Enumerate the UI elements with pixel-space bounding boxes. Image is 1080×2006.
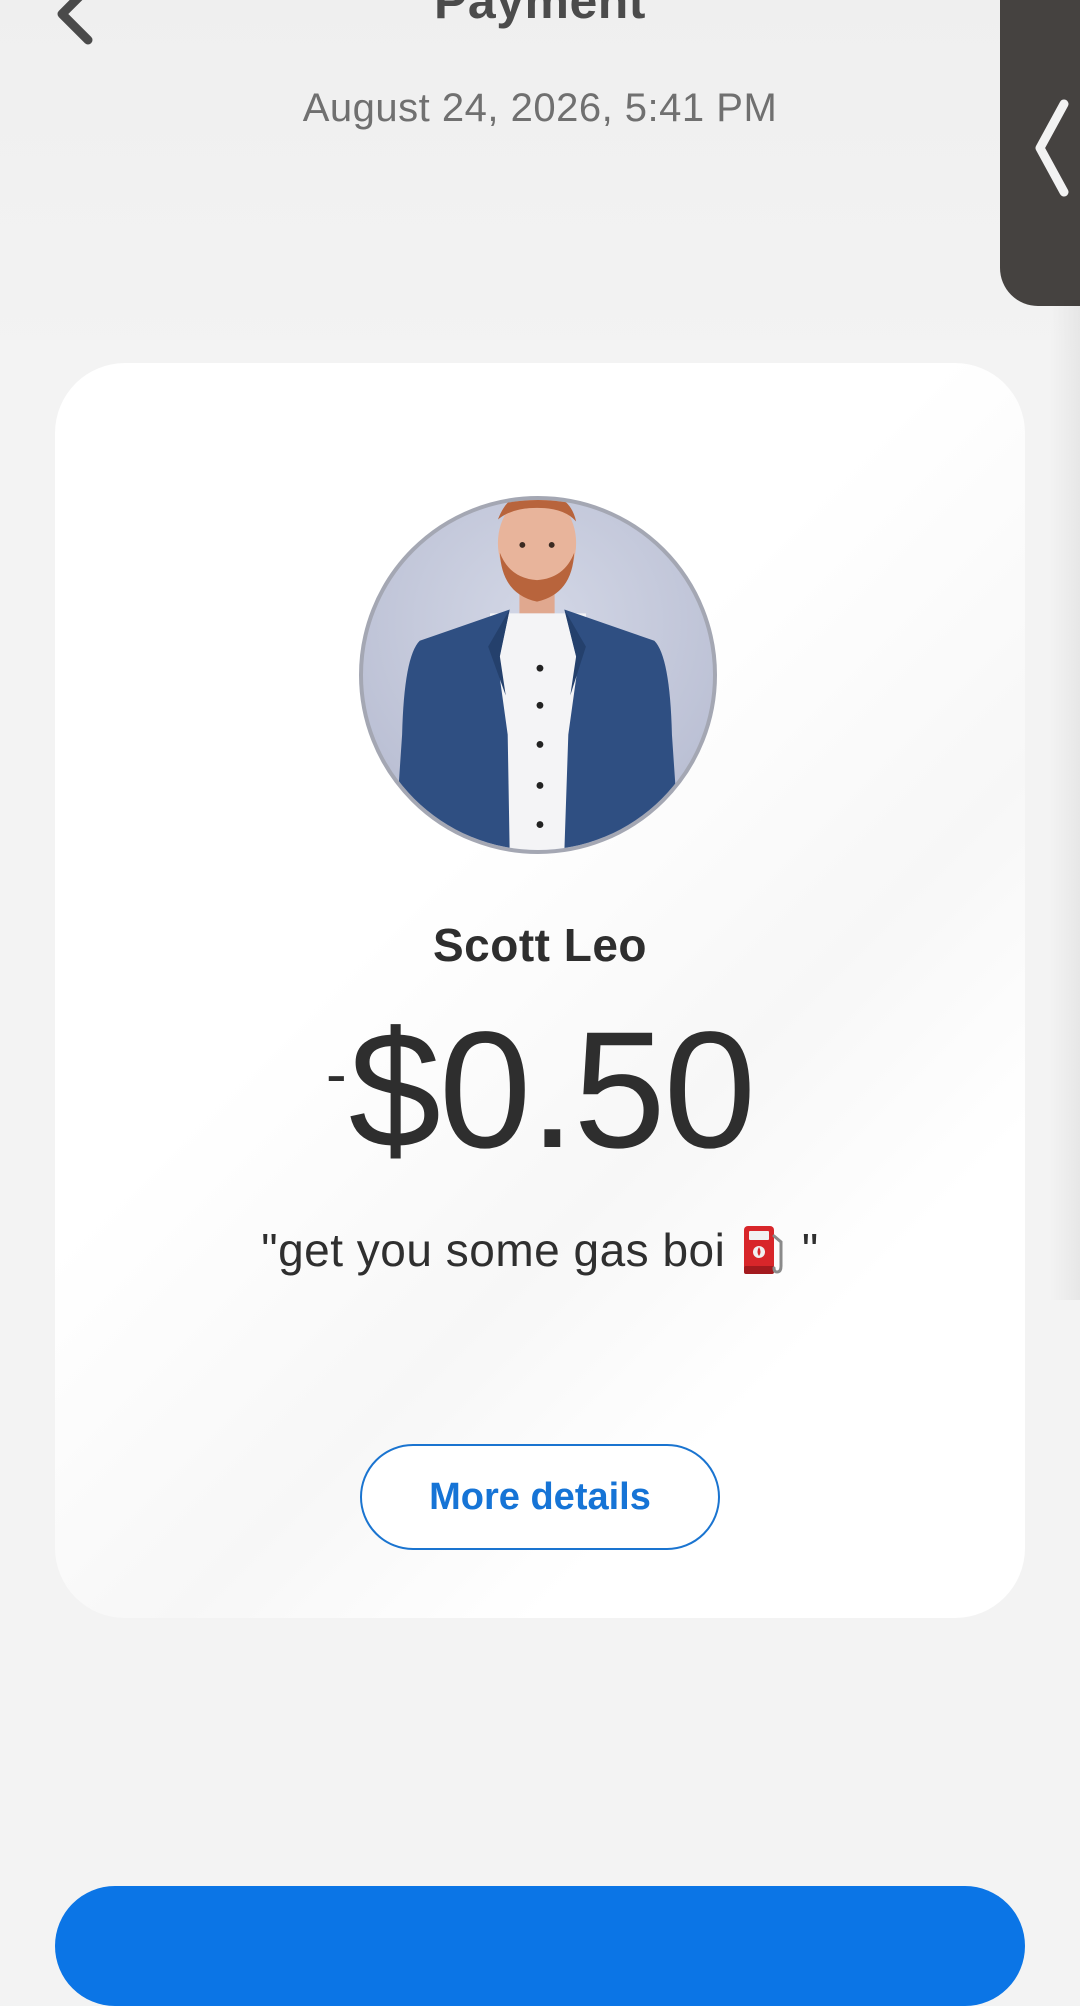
page-title: Payment (434, 0, 646, 29)
fuel-pump-icon (743, 1226, 783, 1274)
chevron-left-icon (1035, 99, 1069, 197)
payment-amount: -$0.50 (0, 1008, 1080, 1174)
payment-datetime: August 24, 2026, 5:41 PM (302, 86, 778, 130)
amount-value: $0.50 (348, 998, 756, 1183)
memo-text: "get you some gas boi (261, 1224, 726, 1276)
primary-action-button[interactable] (55, 1886, 1025, 2006)
amount-sign: - (325, 1040, 347, 1109)
payment-memo: "get you some gas boi " (0, 1222, 1080, 1278)
memo-quote-end: " (801, 1224, 819, 1276)
recipient-name: Scott Leo (432, 919, 648, 971)
avatar (359, 496, 717, 854)
more-details-button[interactable]: More details (360, 1444, 720, 1550)
header-background (0, 0, 1080, 360)
recipient-photo (394, 500, 680, 850)
side-panel-tab[interactable] (1000, 0, 1080, 306)
